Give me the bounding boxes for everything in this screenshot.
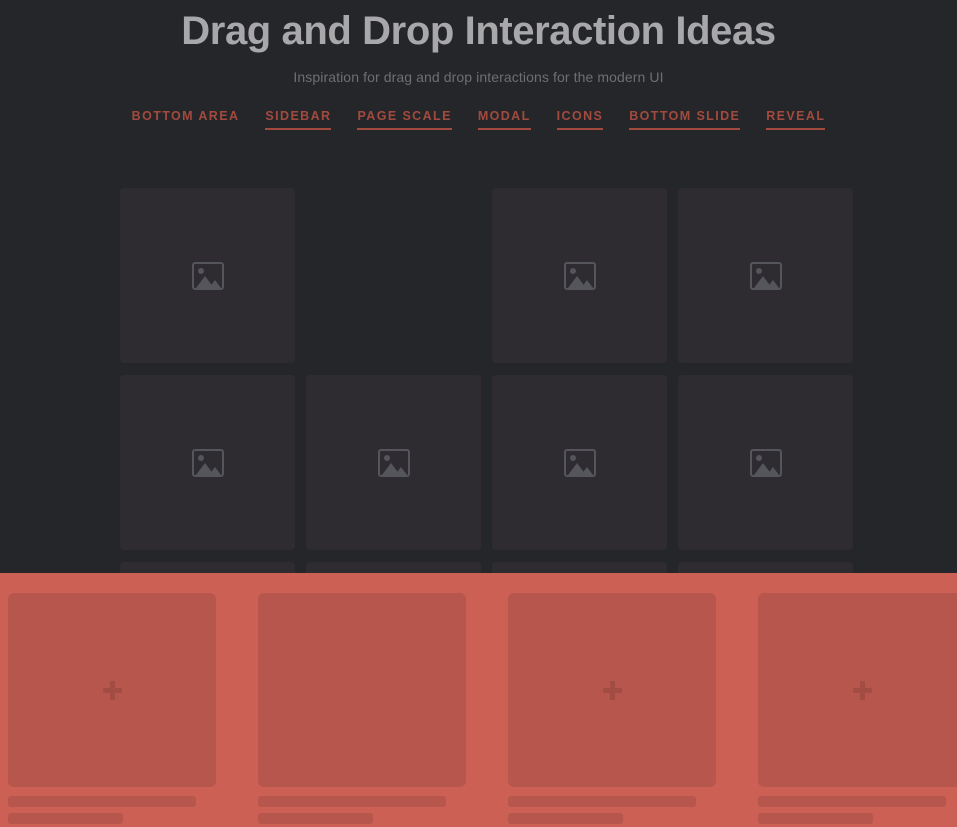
grid-tile[interactable] [492,375,667,550]
skeleton-line-title [508,796,696,807]
grid-tile-empty-slot[interactable] [306,188,481,363]
drawer-card[interactable] [258,593,466,824]
skeleton-line-subtitle [258,813,373,824]
page-header: Drag and Drop Interaction Ideas Inspirat… [0,0,957,85]
drawer-card[interactable] [8,593,216,824]
drawer-card-track[interactable] [8,593,957,824]
image-placeholder-icon [377,448,410,477]
skeleton-line-title [8,796,196,807]
page-subtitle: Inspiration for drag and drop interactio… [293,69,664,85]
image-placeholder-icon [749,261,782,290]
plus-icon[interactable] [102,680,122,700]
drawer-card[interactable] [508,593,716,824]
sun-icon [569,267,576,274]
mountain-shape [567,275,586,288]
plus-icon[interactable] [602,680,622,700]
drawer-card[interactable] [758,593,957,824]
nav-link-reveal[interactable]: REVEAL [766,109,826,130]
image-placeholder-icon [563,448,596,477]
drawer-card-drop-slot[interactable] [258,593,466,787]
sun-icon [383,454,390,461]
sun-icon [197,454,204,461]
image-placeholder-icon [191,261,224,290]
skeleton-line-subtitle [758,813,873,824]
skeleton-line-subtitle [508,813,623,824]
image-placeholder-icon [563,261,596,290]
mountain-shape [195,462,214,475]
image-placeholder-icon [749,448,782,477]
mountain-shape [753,462,772,475]
grid-row [120,188,856,363]
image-placeholder-icon [191,448,224,477]
sun-icon [755,267,762,274]
drawer-card-thumb[interactable] [758,593,957,787]
sun-icon [755,454,762,461]
skeleton-line-subtitle [8,813,123,824]
mountain-shape [195,275,214,288]
nav-link-icons[interactable]: ICONS [556,109,604,130]
nav-link-modal[interactable]: MODAL [477,109,531,130]
plus-icon[interactable] [852,680,872,700]
grid-tile[interactable] [678,188,853,363]
mountain-shape [753,275,772,288]
grid-tile[interactable] [120,375,295,550]
grid-row [120,375,856,550]
nav-link-sidebar[interactable]: SIDEBAR [265,109,332,130]
skeleton-line-title [758,796,946,807]
mountain-shape [567,462,586,475]
drawer-card-thumb[interactable] [8,593,216,787]
grid-tile[interactable] [120,188,295,363]
main-nav: BOTTOM AREA SIDEBAR PAGE SCALE MODAL ICONS BO… [0,109,957,130]
sun-icon [569,454,576,461]
mountain-shape [381,462,400,475]
nav-link-page-scale[interactable]: PAGE SCALE [357,109,452,130]
bottom-drop-area[interactable] [0,573,957,827]
drawer-card-thumb[interactable] [508,593,716,787]
nav-link-bottom-area[interactable]: BOTTOM AREA [132,109,240,130]
sun-icon [197,267,204,274]
nav-link-bottom-slide[interactable]: BOTTOM SLIDE [629,109,741,130]
grid-tile[interactable] [306,375,481,550]
page-title: Drag and Drop Interaction Ideas [181,9,776,53]
skeleton-line-title [258,796,446,807]
grid-tile[interactable] [492,188,667,363]
grid-tile[interactable] [678,375,853,550]
